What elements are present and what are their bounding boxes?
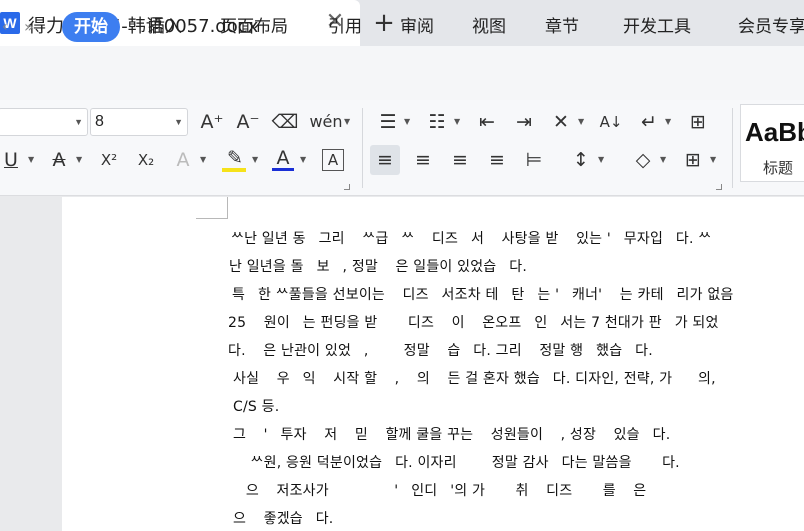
grow-font-icon[interactable]: A⁺ (197, 107, 227, 137)
chevron-down-icon[interactable]: ▼ (252, 145, 258, 175)
font-dialog-launcher-icon[interactable] (344, 184, 350, 190)
highlight-color-bar (222, 168, 246, 172)
phonetic-guide-icon[interactable]: wén (306, 107, 346, 137)
style-preview-text: AaBb (745, 117, 804, 147)
superscript-icon[interactable]: X² (94, 145, 124, 175)
grid-lines-icon[interactable]: ⊞ (683, 107, 713, 137)
chevron-down-icon[interactable]: ▼ (174, 109, 183, 135)
line-spacing-icon[interactable]: ↕ (566, 145, 596, 175)
borders-icon[interactable]: ⊞ (678, 145, 708, 175)
style-name-label: 标题 (763, 159, 794, 177)
outdent-icon[interactable]: ⇤ (472, 107, 502, 137)
tab-review[interactable]: 审阅 (400, 12, 434, 42)
font-name-select[interactable]: ▼ (0, 108, 88, 136)
text-effect-icon[interactable]: A (168, 145, 198, 175)
subscript-icon[interactable]: X₂ (131, 145, 161, 175)
document-line[interactable]: 으ᅟ 좋겠습ᅟ다. (233, 508, 333, 528)
tab-developer[interactable]: 开发工具 (623, 12, 691, 42)
char-border-icon[interactable]: A (322, 149, 344, 171)
indent-icon[interactable]: ⇥ (509, 107, 539, 137)
tab-page-layout[interactable]: 页面布局 (220, 12, 288, 42)
style-gallery-item[interactable]: AaBb 标题 (740, 104, 804, 182)
chevron-down-icon[interactable]: ▼ (300, 145, 306, 175)
tab-insert[interactable]: 插入 (148, 12, 182, 42)
chevron-down-icon[interactable]: ▼ (344, 107, 350, 137)
font-size-value: 8 (95, 113, 104, 130)
line-direction-icon[interactable]: ↵ (634, 107, 664, 137)
chevron-down-icon[interactable]: ▼ (660, 145, 666, 175)
chinese-layout-icon[interactable]: ✕ (546, 107, 576, 137)
page-margin-marker (196, 197, 228, 219)
font-size-select[interactable]: 8 ▼ (90, 108, 188, 136)
document-line[interactable]: 25 ᅟ원이ᅟ는 펀딩을 받ᅟ ᅟ디즈ᅟ 이ᅟ 온오프ᅟ인ᅟ서는 7 천대가 판… (228, 312, 719, 332)
new-tab-button[interactable]: + (370, 8, 398, 38)
justify-icon[interactable]: ≡ (482, 145, 512, 175)
underline-icon[interactable]: U (0, 145, 26, 175)
tab-chapter[interactable]: 章节 (545, 12, 579, 42)
document-line[interactable]: 난 일년을 돌ᅟ보ᅟ, 정말 ᅟ은 일들이 있었습ᅟ다. (229, 256, 527, 276)
toolbar-divider (362, 108, 363, 188)
chevron-down-icon[interactable]: ▼ (404, 107, 410, 137)
document-line[interactable]: 다. ᅟ은 난관이 있었ᅟ, ᅟᅟ 정말 ᅟ습ᅟ다. 그리ᅟ 정말 행ᅟ했습ᅟ다… (228, 340, 653, 360)
document-line[interactable]: 그ᅟ 'ᅟ투자ᅟ 저ᅟ 믿ᅟ 할께 쿨을 꾸는 ᅟ성원들이 ᅟ, 성장ᅟ 있슬ᅟ… (233, 424, 688, 444)
chevron-down-icon[interactable]: ▼ (28, 145, 34, 175)
shading-icon[interactable]: ◇ (628, 145, 658, 175)
align-right-icon[interactable]: ≡ (445, 145, 475, 175)
chevron-down-icon[interactable]: ▼ (200, 145, 206, 175)
tab-member[interactable]: 会员专享 (738, 12, 804, 42)
double-chevron-icon[interactable]: » (24, 12, 34, 42)
tab-view[interactable]: 视图 (472, 12, 506, 42)
chevron-down-icon[interactable]: ▼ (76, 145, 82, 175)
align-left-icon[interactable]: ≡ (370, 145, 400, 175)
tab-home[interactable]: 开始 (62, 12, 120, 42)
font-color-bar (272, 168, 294, 171)
chevron-down-icon[interactable]: ▼ (74, 109, 83, 135)
chevron-down-icon[interactable]: ▼ (598, 145, 604, 175)
chevron-down-icon[interactable]: ▼ (710, 145, 716, 175)
chevron-left-icon[interactable]: ‹ (2, 12, 8, 42)
tab-references[interactable]: 引用 (328, 12, 362, 42)
numbering-icon[interactable]: ☷ (422, 107, 452, 137)
document-line[interactable]: ᅟ으ᅟ 저조사가 ᅟᅟ ᅟᅟ 'ᅟ인디ᅟ'의 가ᅟ ᅟ취 ᅟ디즈ᅟ ᅟ를 ᅟ은 (233, 480, 646, 500)
document-line[interactable]: ᄊ난 일년 동ᅟ그리ᅟ ᄊ급ᅟᄊ ᅟ디즈ᅟ서 ᅟ사탕을 받ᅟ 있는 'ᅟ무자입ᅟ… (231, 228, 711, 248)
document-line[interactable]: 사실 ᅟ우ᅟ익ᅟ 시작 할 ᅟ, ᅟ의 ᅟ든 걸 혼자 했습ᅟ다. 디자인, 전… (233, 368, 716, 388)
toolbar-divider (732, 108, 733, 188)
chevron-down-icon[interactable]: ▼ (665, 107, 671, 137)
clear-format-icon[interactable]: ⌫ (270, 107, 300, 137)
strikethrough-icon[interactable]: A (44, 145, 74, 175)
document-line[interactable]: ᅟ ᄊ원, 응원 덕분이었습ᅟ다. 이자리ᅟ ᅟ 정말 감사ᅟ다는 말씀을 ᅟᅟ… (233, 452, 680, 472)
document-line[interactable]: C/S 등. (233, 396, 279, 416)
ribbon-menu-bar (0, 46, 804, 100)
paragraph-dialog-launcher-icon[interactable] (716, 184, 722, 190)
distribute-icon[interactable]: ⊨ (519, 145, 549, 175)
bullets-icon[interactable]: ☰ (373, 107, 403, 137)
chevron-down-icon[interactable]: ▼ (454, 107, 460, 137)
shrink-font-icon[interactable]: A⁻ (233, 107, 263, 137)
chevron-down-icon[interactable]: ▼ (578, 107, 584, 137)
document-line[interactable]: 특ᅟ한 ᄊ풀들을 선보이는 ᅟ디즈ᅟ서조차 테ᅟ탄ᅟ는 'ᅟ캐너' ᅟ는 카테ᅟ… (232, 284, 734, 304)
align-center-icon[interactable]: ≡ (408, 145, 438, 175)
sort-icon[interactable]: A↓ (596, 107, 626, 137)
